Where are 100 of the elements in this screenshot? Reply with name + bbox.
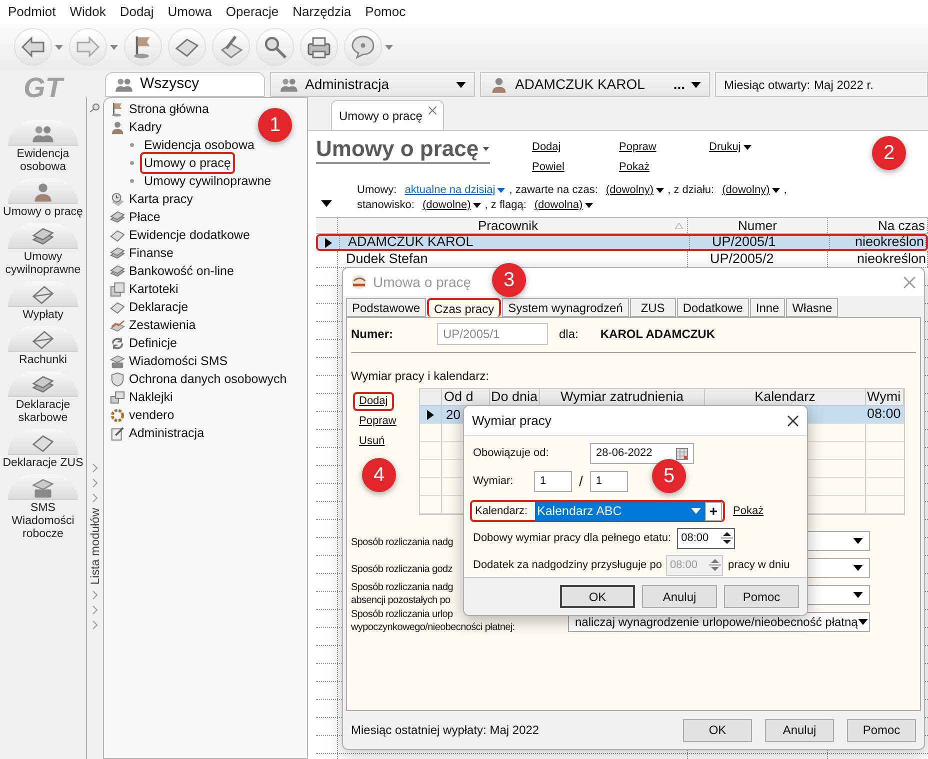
caret-icon[interactable] bbox=[321, 200, 332, 207]
document-tab[interactable]: Umowy o pracę bbox=[331, 100, 444, 130]
time-field[interactable]: 08:00 bbox=[677, 528, 736, 548]
chevron-right-icon[interactable] bbox=[92, 590, 98, 600]
filter-separator: , bbox=[784, 183, 787, 198]
date-field[interactable]: 28-06-2022 bbox=[590, 443, 694, 464]
module-button[interactable]: SMS Wiadomości robocze bbox=[1, 474, 85, 543]
chevron-right-icon[interactable] bbox=[92, 620, 98, 630]
tree-item[interactable]: Administracja bbox=[129, 424, 204, 442]
table-row[interactable]: ADAMCZUK KAROL UP/2005/1 nieokreślon bbox=[316, 234, 928, 251]
filter-value[interactable]: (dowolne) bbox=[422, 198, 481, 213]
action-link[interactable]: Dodaj bbox=[532, 139, 561, 156]
dialog-button[interactable]: Anuluj bbox=[642, 585, 717, 608]
filter-value[interactable]: (dowolny) bbox=[722, 183, 780, 198]
toolbar-button[interactable] bbox=[14, 28, 52, 66]
column-header[interactable]: Pracownik bbox=[338, 218, 688, 233]
menu-item[interactable]: Narzędzia bbox=[292, 2, 352, 22]
tree-item[interactable]: Ochrona danych osobowych bbox=[129, 370, 287, 388]
dialog-tab[interactable]: ZUS bbox=[630, 298, 676, 317]
tree-item[interactable]: Ewidencje dodatkowe bbox=[129, 226, 250, 244]
dialog-button[interactable]: Anuluj bbox=[765, 718, 834, 742]
module-button[interactable]: Ewidencja osobowa bbox=[1, 120, 85, 176]
caret-icon[interactable] bbox=[456, 82, 466, 88]
toolbar-button[interactable] bbox=[344, 28, 382, 66]
dialog-tab[interactable]: Inne bbox=[750, 298, 786, 317]
menu-item[interactable]: Widok bbox=[70, 2, 106, 22]
tree-item[interactable]: Zestawienia bbox=[129, 316, 196, 334]
column-header[interactable]: Na czas bbox=[828, 218, 928, 233]
dialog-tab[interactable]: Dodatkowe bbox=[676, 298, 749, 317]
action-link[interactable]: Popraw bbox=[353, 412, 402, 431]
calendar-icon[interactable] bbox=[676, 448, 688, 460]
context-tab[interactable]: Administracja bbox=[270, 72, 475, 97]
table-cell: UP/2005/1 bbox=[690, 236, 830, 249]
tree-item[interactable]: Strona główna bbox=[129, 100, 209, 118]
tree-item[interactable]: Deklaracje bbox=[129, 298, 188, 316]
chart-icon bbox=[110, 318, 125, 332]
toolbar-button[interactable] bbox=[300, 28, 338, 66]
menu-item[interactable]: Dodaj bbox=[120, 2, 154, 22]
action-link[interactable]: Usuń bbox=[353, 432, 391, 451]
context-tab[interactable]: ADAMCZUK KAROL ... bbox=[480, 72, 710, 97]
tree-item[interactable]: Kartoteki bbox=[129, 280, 178, 298]
brush-icon bbox=[219, 35, 243, 59]
column-header[interactable]: Numer bbox=[688, 218, 828, 233]
module-button[interactable]: Deklaracje skarbowe bbox=[1, 371, 85, 427]
page-title[interactable]: Umowy o pracę bbox=[316, 137, 490, 164]
more-label: ... bbox=[673, 75, 685, 94]
action-link[interactable]: Dodaj bbox=[353, 392, 394, 411]
toolbar-button[interactable] bbox=[124, 28, 162, 66]
chevron-right-icon[interactable] bbox=[92, 604, 98, 615]
tree-item[interactable]: Definicje bbox=[129, 334, 177, 352]
dialog-tab[interactable]: Czas pracy bbox=[427, 298, 502, 317]
person-icon bbox=[32, 181, 54, 203]
calendar-dropdown[interactable]: Kalendarz ABC bbox=[535, 502, 705, 520]
dialog-button[interactable]: OK bbox=[683, 718, 752, 742]
tree-item[interactable]: Wiadomości SMS bbox=[129, 352, 228, 370]
caret-icon bbox=[584, 203, 593, 208]
add-button[interactable]: + bbox=[705, 502, 722, 520]
toolbar-button[interactable] bbox=[168, 28, 206, 66]
tree-item[interactable]: Finanse bbox=[129, 244, 174, 262]
filter-value[interactable]: (dowolna) bbox=[534, 198, 593, 213]
tree-item[interactable]: Karta pracy bbox=[129, 190, 193, 208]
menu-item[interactable]: Pomoc bbox=[365, 2, 406, 22]
tree-item[interactable]: vendero bbox=[129, 406, 174, 424]
tree-item[interactable]: Bankowość on-line bbox=[129, 262, 234, 280]
spinner-icon[interactable] bbox=[720, 529, 734, 547]
dialog-button[interactable]: Pomoc bbox=[847, 718, 916, 742]
dialog-tab[interactable]: Podstawowe bbox=[346, 298, 426, 317]
field-label: dla: bbox=[559, 326, 578, 343]
action-link[interactable]: Drukuj bbox=[709, 139, 752, 156]
menu-item[interactable]: Umowa bbox=[168, 2, 212, 22]
open-month-value: Maj 2022 r. bbox=[814, 76, 874, 94]
dialog-button[interactable]: Pomoc bbox=[724, 585, 799, 608]
tree-item[interactable]: Kadry bbox=[129, 118, 162, 136]
module-label: Umowy o pracę bbox=[3, 205, 83, 220]
numerator-field[interactable]: 1 bbox=[534, 471, 572, 492]
tree-item[interactable]: Płace bbox=[129, 208, 160, 226]
action-link[interactable]: Powiel bbox=[532, 158, 564, 175]
dialog-tab[interactable]: System wynagrodzeń bbox=[502, 298, 629, 317]
show-link[interactable]: Pokaż bbox=[733, 502, 764, 520]
tree-item[interactable]: Umowy o pracę bbox=[140, 152, 235, 174]
menu-item[interactable]: Operacje bbox=[226, 2, 279, 22]
action-link[interactable]: Pokaż bbox=[619, 158, 650, 175]
column-header[interactable]: Wymi bbox=[866, 389, 904, 405]
filter-value[interactable]: (dowolny) bbox=[606, 183, 664, 198]
filter-value[interactable]: aktualne na dzisiaj bbox=[404, 183, 506, 198]
number-field[interactable]: UP/2005/1 bbox=[437, 323, 548, 345]
dialog-tab[interactable]: Własne bbox=[786, 298, 838, 317]
toolbar-button[interactable] bbox=[256, 28, 294, 66]
pin-icon[interactable] bbox=[89, 103, 101, 113]
toolbar-button[interactable] bbox=[212, 28, 250, 66]
close-icon[interactable] bbox=[787, 414, 799, 426]
tree-item[interactable]: Naklejki bbox=[129, 388, 173, 406]
diamond-icon bbox=[110, 300, 125, 314]
action-link[interactable]: Popraw bbox=[619, 139, 656, 156]
caret-icon[interactable] bbox=[691, 82, 701, 88]
menu-item[interactable]: Podmiot bbox=[8, 2, 56, 22]
context-tab[interactable]: Wszyscy bbox=[105, 72, 265, 97]
module-button[interactable]: Umowy cywilnoprawne bbox=[1, 223, 85, 279]
denominator-field[interactable]: 1 bbox=[590, 471, 628, 492]
dialog-button[interactable]: OK bbox=[560, 585, 635, 608]
